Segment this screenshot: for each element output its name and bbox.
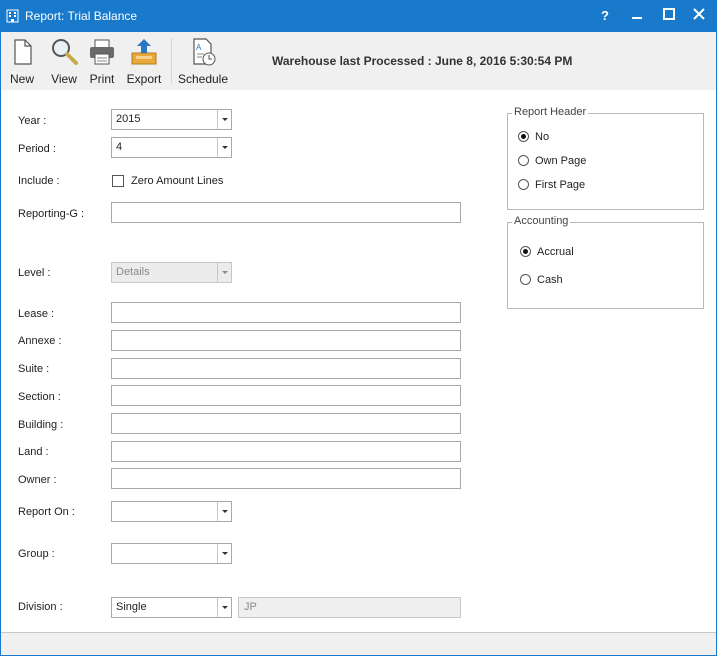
- reporting-g-label: Reporting-G :: [18, 208, 85, 220]
- warehouse-status: Warehouse last Processed : June 8, 2016 …: [272, 54, 573, 68]
- year-label: Year :: [18, 115, 47, 127]
- minimize-icon: [632, 17, 642, 19]
- section-field[interactable]: [111, 385, 461, 406]
- building-icon: [6, 9, 19, 23]
- accounting-group: Accounting Accrual Cash: [507, 215, 704, 309]
- accounting-cash-label: Cash: [537, 274, 563, 286]
- reporting-g-field[interactable]: [111, 202, 461, 223]
- suite-field[interactable]: [111, 358, 461, 379]
- report-on-label: Report On :: [18, 506, 75, 518]
- year-select[interactable]: 2015: [111, 109, 232, 130]
- division-select[interactable]: Single: [111, 597, 232, 618]
- division-value: Single: [116, 601, 147, 613]
- division-code-value: JP: [244, 601, 257, 613]
- annexe-label: Annexe :: [18, 335, 62, 347]
- level-select: Details: [111, 262, 232, 283]
- accounting-cash-radio[interactable]: [520, 274, 531, 285]
- window-title: Report: Trial Balance: [25, 9, 138, 23]
- view-button[interactable]: View: [47, 34, 81, 88]
- report-on-select[interactable]: [111, 501, 232, 522]
- division-label: Division :: [18, 601, 63, 613]
- include-label: Include :: [18, 175, 60, 187]
- maximize-icon: [663, 8, 675, 20]
- printer-icon: [90, 39, 114, 65]
- report-header-own-page-label: Own Page: [535, 155, 587, 167]
- export-icon: [131, 39, 157, 65]
- view-label: View: [51, 72, 77, 86]
- report-header-no-radio[interactable]: [518, 131, 529, 142]
- maximize-button[interactable]: [659, 7, 679, 25]
- group-label: Group :: [18, 548, 55, 560]
- close-button[interactable]: [689, 7, 709, 25]
- title-bar: Report: Trial Balance ?: [1, 1, 716, 32]
- report-header-group: Report Header No Own Page First Page: [507, 106, 704, 210]
- chevron-down-icon: [217, 263, 231, 282]
- building-field[interactable]: [111, 413, 461, 434]
- level-value: Details: [116, 266, 150, 278]
- chevron-down-icon[interactable]: [217, 544, 231, 563]
- land-field[interactable]: [111, 441, 461, 462]
- zero-amount-lines-label: Zero Amount Lines: [131, 175, 224, 187]
- print-label: Print: [89, 72, 115, 86]
- close-icon: [693, 8, 705, 20]
- building-label: Building :: [18, 419, 64, 431]
- annexe-field[interactable]: [111, 330, 461, 351]
- period-label: Period :: [18, 143, 56, 155]
- schedule-icon: A: [193, 38, 216, 66]
- report-window: Report: Trial Balance ? New View Print E…: [0, 0, 717, 656]
- export-button[interactable]: Export: [124, 34, 164, 88]
- report-header-no-label: No: [535, 131, 550, 143]
- year-value: 2015: [116, 113, 141, 125]
- toolbar: New View Print Export A Schedule Warehou…: [1, 32, 716, 90]
- owner-label: Owner :: [18, 474, 57, 486]
- new-label: New: [9, 72, 34, 86]
- status-bar: [1, 632, 716, 655]
- schedule-label: Schedule: [177, 72, 229, 86]
- accounting-title: Accounting: [512, 215, 571, 227]
- land-label: Land :: [18, 446, 49, 458]
- help-button[interactable]: ?: [595, 7, 615, 25]
- schedule-button[interactable]: A Schedule: [177, 34, 229, 88]
- group-select[interactable]: [111, 543, 232, 564]
- owner-field[interactable]: [111, 468, 461, 489]
- report-header-first-page-label: First Page: [535, 179, 586, 191]
- suite-label: Suite :: [18, 363, 50, 375]
- report-header-first-page-radio[interactable]: [518, 179, 529, 190]
- level-label: Level :: [18, 267, 51, 279]
- zero-amount-lines-checkbox[interactable]: [112, 175, 124, 187]
- report-header-title: Report Header: [512, 106, 589, 118]
- report-header-own-page-radio[interactable]: [518, 155, 529, 166]
- chevron-down-icon[interactable]: [217, 110, 231, 129]
- lease-field[interactable]: [111, 302, 461, 323]
- toolbar-separator: [171, 38, 172, 84]
- period-value: 4: [116, 141, 123, 153]
- lease-label: Lease :: [18, 308, 55, 320]
- chevron-down-icon[interactable]: [217, 138, 231, 157]
- new-button[interactable]: New: [5, 34, 39, 88]
- magnifier-icon: [52, 39, 78, 65]
- minimize-button[interactable]: [627, 7, 647, 25]
- svg-text:A: A: [196, 43, 202, 52]
- accounting-accrual-radio[interactable]: [520, 246, 531, 257]
- section-label: Section :: [18, 391, 61, 403]
- new-document-icon: [14, 39, 32, 65]
- chevron-down-icon[interactable]: [217, 502, 231, 521]
- chevron-down-icon[interactable]: [217, 598, 231, 617]
- print-button[interactable]: Print: [85, 34, 119, 88]
- accounting-accrual-label: Accrual: [537, 246, 574, 258]
- division-code-field: JP: [238, 597, 461, 618]
- period-select[interactable]: 4: [111, 137, 232, 158]
- export-label: Export: [126, 72, 162, 86]
